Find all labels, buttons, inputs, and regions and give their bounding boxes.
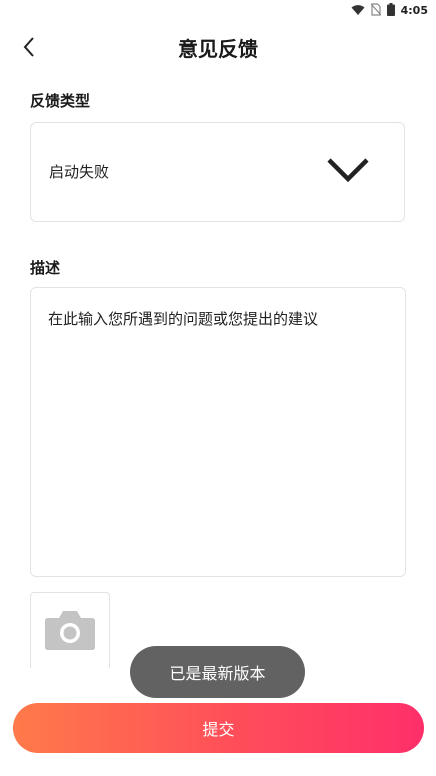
description-label: 描述	[30, 259, 61, 277]
toast-message: 已是最新版本	[130, 646, 305, 698]
add-photo-button[interactable]	[30, 592, 110, 668]
status-bar: 4:05	[0, 0, 436, 20]
submit-button[interactable]: 提交	[13, 703, 424, 753]
no-sim-icon	[370, 1, 382, 20]
header: 意见反馈	[0, 20, 436, 78]
feedback-type-label: 反馈类型	[30, 92, 91, 110]
camera-icon	[44, 608, 96, 654]
feedback-type-select[interactable]: 启动失败	[30, 122, 405, 222]
status-icons: 4:05	[351, 2, 428, 18]
chevron-down-icon	[326, 157, 370, 187]
wifi-icon	[351, 1, 365, 20]
feedback-type-value: 启动失败	[49, 163, 110, 181]
battery-icon	[386, 1, 395, 20]
status-time: 4:05	[400, 3, 428, 17]
page-title: 意见反馈	[178, 37, 258, 61]
description-input[interactable]	[31, 288, 405, 576]
description-box	[30, 287, 406, 577]
